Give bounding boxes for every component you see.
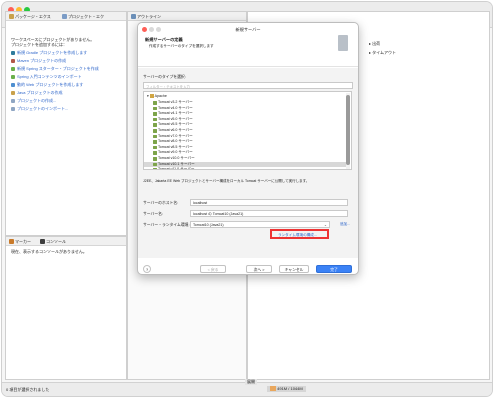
console-empty-text: 現在、表示するコンソールがありません。 bbox=[11, 249, 87, 254]
heap-fill bbox=[270, 386, 276, 392]
tree-group-apache[interactable]: ▾ Apache bbox=[144, 93, 347, 100]
console-panel: マーカー コンソール 現在、表示するコンソールがありません。 bbox=[5, 236, 127, 380]
gradle-icon bbox=[11, 50, 15, 55]
server-type-tree[interactable]: ▾ Apache Tomcat v3.2 サーバー Tomcat v4.0 サーバ… bbox=[143, 91, 352, 170]
outline-tabbar: アウトライン bbox=[128, 12, 246, 21]
package-icon bbox=[9, 14, 14, 19]
status-text: 0 項目が選択されました bbox=[6, 387, 50, 392]
spring-icon bbox=[11, 66, 15, 71]
tree-item-label: Tomcat v6.0 サーバー bbox=[158, 128, 193, 132]
dialog-header: 新規サーバー 新規サーバーの定義 作成するサーバーのタイプを選択します bbox=[138, 23, 358, 67]
link-new-gradle[interactable]: 新規 Gradle プロジェクトを作成します bbox=[11, 50, 87, 56]
status-tab[interactable]: 展開 bbox=[245, 379, 257, 385]
server-name-input[interactable]: localhost の Tomcat10 (Java21) bbox=[190, 210, 348, 217]
server-description: J2EE、Jakarta EE Web プロジェクトとサーバー構成をローカル T… bbox=[143, 179, 310, 183]
java-project-icon bbox=[11, 90, 15, 95]
add-project-text: プロジェクトを追加するには： bbox=[11, 42, 67, 47]
link-new-dynamic-web[interactable]: 動的 Web プロジェクトを作成します bbox=[11, 82, 83, 88]
tomcat-icon bbox=[153, 168, 157, 169]
finish-button[interactable]: 完了 bbox=[316, 265, 352, 273]
back-button[interactable]: < 戻る bbox=[200, 265, 226, 273]
runtime-select[interactable]: Tomcat10 (Java21) ⌄ bbox=[190, 221, 330, 228]
tree-item-label: Tomcat v4.1 サーバー bbox=[158, 111, 193, 116]
tomcat-icon bbox=[153, 129, 157, 133]
tomcat-icon bbox=[153, 123, 157, 127]
host-input[interactable]: localhost bbox=[190, 199, 348, 206]
dialog-title: 新規サーバー bbox=[235, 27, 261, 32]
web-project-icon bbox=[11, 82, 15, 87]
tomcat-icon bbox=[153, 101, 157, 105]
filter-input[interactable]: フィルター・テキストを入力 bbox=[143, 82, 353, 89]
heap-status[interactable]: 491M / 1044M bbox=[267, 386, 306, 392]
folder-icon bbox=[149, 94, 154, 98]
tab-package-explorer[interactable]: パッケージ・エクス bbox=[7, 13, 51, 20]
tab-outline[interactable]: アウトライン bbox=[129, 13, 161, 20]
tomcat-icon bbox=[153, 112, 157, 116]
console-icon bbox=[40, 239, 45, 244]
tree-item-label: Tomcat v9.0 サーバー bbox=[158, 150, 193, 155]
spring-guide-icon bbox=[11, 74, 15, 79]
tree-item-label: Tomcat v3.2 サーバー bbox=[158, 100, 193, 104]
highlight-box bbox=[270, 229, 329, 239]
tab-project-explorer[interactable]: プロジェクト・エク bbox=[60, 13, 104, 20]
eclipse-window: パッケージ・エクス プロジェクト・エク ワークスペースにプロジェクトがありません… bbox=[2, 2, 492, 396]
package-explorer-panel: パッケージ・エクス プロジェクト・エク ワークスペースにプロジェクトがありません… bbox=[5, 11, 127, 236]
tree-item-label: Tomcat v5.5 サーバー bbox=[158, 122, 193, 127]
markers-icon bbox=[9, 239, 14, 244]
outline-icon bbox=[131, 14, 136, 19]
tree-item-label: Tomcat v5.0 サーバー bbox=[158, 116, 193, 121]
tomcat-icon bbox=[153, 145, 157, 150]
tomcat-icon bbox=[153, 117, 157, 122]
add-runtime-link[interactable]: 追加... bbox=[340, 222, 350, 227]
link-import-project[interactable]: プロジェクトのインポート... bbox=[11, 106, 68, 112]
dialog-heading: 新規サーバーの定義 bbox=[145, 37, 183, 42]
tree-item-server[interactable]: Tomcat v11.0 サーバー bbox=[144, 167, 347, 170]
import-icon bbox=[11, 106, 15, 111]
maven-icon bbox=[11, 58, 15, 63]
project-icon bbox=[62, 14, 67, 19]
server-banner-icon bbox=[338, 35, 348, 51]
tomcat-icon bbox=[153, 157, 157, 161]
tomcat-icon bbox=[153, 151, 157, 155]
tree-item-label: Tomcat v8.0 サーバー bbox=[158, 139, 193, 144]
tree-item-label: Tomcat v10.0 サーバー bbox=[158, 156, 195, 160]
server-name-label: サーバー名: bbox=[143, 212, 164, 216]
tomcat-icon bbox=[153, 134, 157, 139]
right-item-shipping[interactable]: ▸ 出荷 bbox=[369, 41, 380, 47]
tree-scroll-thumb[interactable] bbox=[346, 95, 350, 165]
runtime-label: サーバー・ランタイム環境: bbox=[143, 223, 190, 227]
link-new-maven[interactable]: Maven プロジェクトの作成 bbox=[11, 58, 66, 64]
tomcat-icon bbox=[153, 140, 157, 144]
tree-item-label: Tomcat v10.1 サーバー bbox=[158, 161, 195, 166]
status-bar: 0 項目が選択されました 展開 491M / 1044M bbox=[2, 379, 492, 396]
help-button[interactable]: ? bbox=[143, 265, 151, 273]
tree-scrollbar[interactable] bbox=[346, 93, 350, 169]
cancel-button[interactable]: キャンセル bbox=[279, 265, 309, 273]
tree-item-label: Tomcat v7.0 サーバー bbox=[158, 133, 193, 138]
console-tabbar: マーカー コンソール bbox=[6, 237, 126, 246]
tree-item-label: Tomcat v4.0 サーバー bbox=[158, 105, 193, 110]
dialog-subheading: 作成するサーバーのタイプを選択します bbox=[149, 44, 214, 48]
server-type-label: サーバーのタイプを選択: bbox=[143, 75, 186, 79]
tab-console[interactable]: コンソール bbox=[38, 238, 66, 245]
right-item-timeout[interactable]: ▸ タイムアウト bbox=[369, 50, 396, 56]
link-new-project[interactable]: プロジェクトの作成... bbox=[11, 98, 56, 104]
explorer-tabbar: パッケージ・エクス プロジェクト・エク bbox=[6, 12, 126, 21]
new-project-icon bbox=[11, 98, 15, 103]
host-label: サーバーのホスト名: bbox=[143, 201, 179, 205]
link-import-spring-guide[interactable]: Spring 入門コンテンツのインポート bbox=[11, 74, 82, 80]
link-new-java-project[interactable]: Java プロジェクトの作成 bbox=[11, 90, 63, 96]
chevron-down-icon: ⌄ bbox=[323, 223, 327, 227]
tree-item-label: Tomcat v11.0 サーバー bbox=[158, 167, 195, 170]
tree-item-label: Tomcat v8.5 サーバー bbox=[158, 144, 193, 149]
tomcat-icon bbox=[153, 106, 157, 111]
link-new-spring-starter[interactable]: 新規 Spring スターター・プロジェクトを作成 bbox=[11, 66, 99, 72]
tab-markers[interactable]: マーカー bbox=[7, 238, 31, 245]
filter-placeholder: フィルター・テキストを入力 bbox=[146, 85, 190, 89]
next-button[interactable]: 次へ > bbox=[246, 265, 272, 273]
tomcat-icon bbox=[153, 162, 157, 167]
